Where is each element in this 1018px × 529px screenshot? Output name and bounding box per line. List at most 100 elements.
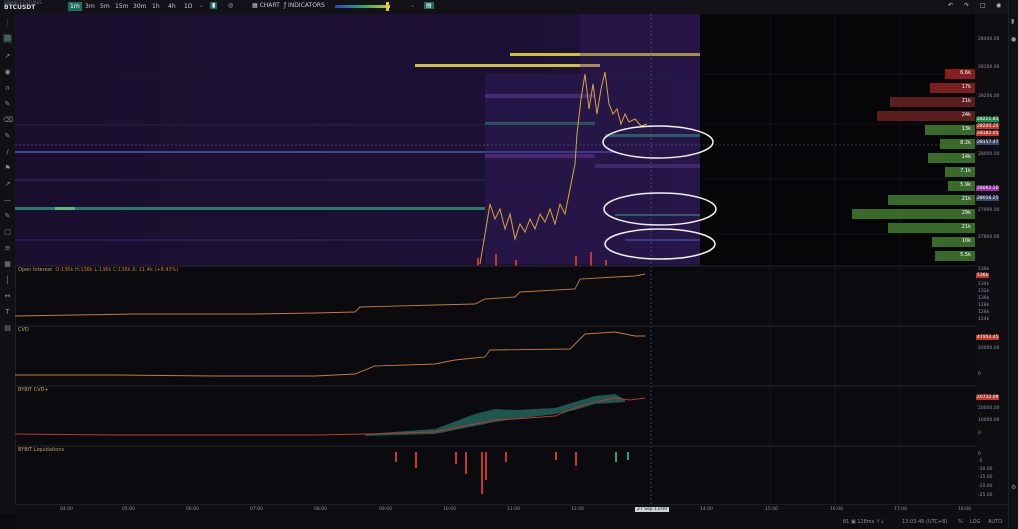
tf-1m-button[interactable]: 1m <box>68 2 82 11</box>
time-tick: 09:00 <box>379 507 392 512</box>
time-tick: 14:00 <box>700 507 713 512</box>
panel-icon[interactable]: ▮ <box>1011 18 1014 25</box>
time-tick: 16:00 <box>830 507 843 512</box>
liq-axis-tick: 0 <box>978 452 981 457</box>
oi-pane-label: Open Interest O:136k H:136k L:136k C:136… <box>18 267 178 273</box>
rectangle-icon[interactable]: □ <box>3 228 12 237</box>
chart-label: CHART <box>259 2 280 9</box>
trendline-icon[interactable]: ∕ <box>3 148 12 157</box>
vp-label: 21k <box>961 196 971 202</box>
oi-stats: O:136k H:136k L:136k C:136k Δ: 11.4k (+8… <box>55 267 179 273</box>
liq-axis-tick: -20.00 <box>978 484 993 489</box>
opacity-slider-track[interactable] <box>335 5 390 8</box>
time-tick: 17:00 <box>894 507 907 512</box>
dots-icon[interactable]: ⋮ <box>3 18 12 27</box>
vp-label: 6.6k <box>960 70 971 76</box>
price-tick: 28300.00 <box>978 65 1000 70</box>
camera-icon[interactable]: ◉ <box>996 2 1001 9</box>
percent-toggle[interactable]: % <box>958 519 963 525</box>
tf-5m-button[interactable]: 5m <box>98 2 112 11</box>
vp-label: 13k <box>961 126 971 132</box>
brush-icon[interactable]: ✎ <box>3 100 12 109</box>
undo-icon[interactable]: ↶ <box>948 2 953 9</box>
globe-icon[interactable]: ◎ <box>228 2 233 9</box>
pencil-icon[interactable]: ✎ <box>3 212 12 221</box>
heatmap-toggle-icon[interactable]: ▤ <box>424 2 434 9</box>
oi-axis-tick: 134k <box>978 282 990 287</box>
opacity-slider-handle[interactable] <box>386 2 389 11</box>
time-tick: 11:00 <box>507 507 520 512</box>
ruler-icon[interactable]: ✎ <box>3 132 12 141</box>
cvd-value-tag: 47952.45 <box>976 335 1000 340</box>
auto-toggle[interactable]: AUTO <box>988 519 1002 525</box>
magnet-icon[interactable]: ∩ <box>3 84 12 93</box>
tf-1d-button[interactable]: 1D <box>182 2 194 11</box>
price-tick: 28200.00 <box>978 94 1000 99</box>
bybit-cvd-value-tag: 20732.09 <box>976 395 1000 400</box>
function-icon: ƒ <box>284 2 287 9</box>
settings-icon[interactable]: ⚙ <box>1011 484 1016 491</box>
chevron-down-icon[interactable]: ⌄ <box>199 2 204 9</box>
chart-button[interactable]: ▦ CHART <box>252 2 280 9</box>
horizontal-line-icon[interactable]: — <box>3 196 12 205</box>
price-tick: 27900.00 <box>978 208 1000 213</box>
indicators-label: INDICATORS <box>288 2 325 9</box>
time-tick: 05:00 <box>122 507 135 512</box>
bars-icon[interactable]: ▤ <box>3 324 12 333</box>
flag-icon[interactable]: ⚑ <box>3 164 12 173</box>
vp-label: 21k <box>961 224 971 230</box>
tf-4h-button[interactable]: 4h <box>166 2 178 11</box>
oi-axis-tick: 128k <box>978 303 990 308</box>
tf-15m-button[interactable]: 15m <box>113 2 130 11</box>
eye-icon[interactable]: ◉ <box>3 68 12 77</box>
tf-30m-button[interactable]: 30m <box>131 2 148 11</box>
candles-icon[interactable]: ▮ <box>210 2 218 9</box>
trash-icon[interactable]: ⌫ <box>3 116 13 125</box>
vp-label: 24k <box>961 112 971 118</box>
tf-3m-button[interactable]: 3m <box>83 2 97 11</box>
text-icon[interactable]: T <box>3 308 12 317</box>
bybit-cvd-fill <box>365 394 625 436</box>
price-tag: 28157.47 <box>976 140 1000 145</box>
trade-panel-icon[interactable]: ▤ <box>3 34 12 43</box>
indicators-button[interactable]: ƒ INDICATORS <box>284 2 325 9</box>
connection-status: 81 ▣ 128ms ↑↓ <box>843 519 885 525</box>
symbol-block[interactable]: BINANCE FUTURES BTCUSDT <box>4 0 42 11</box>
log-toggle[interactable]: LOG <box>970 519 980 525</box>
clock-label: 13:03:45 (UTC+8) <box>902 519 948 525</box>
measure-icon[interactable]: ↔ <box>3 292 12 301</box>
oi-axis-tick: 132k <box>978 289 990 294</box>
vertical-line-icon[interactable]: │ <box>3 276 12 285</box>
vp-label: 5.9k <box>960 182 971 188</box>
alert-icon[interactable]: ● <box>1011 36 1016 43</box>
cursor-icon[interactable]: ➚ <box>3 52 12 61</box>
chart-canvas[interactable] <box>15 14 975 504</box>
oi-title: Open Interest <box>18 267 53 273</box>
tf-1h-button[interactable]: 1h <box>150 2 162 11</box>
open-interest-series <box>15 273 646 317</box>
crosshair-time-label: 27 Sep 13:09 <box>635 507 670 512</box>
time-tick: 10:00 <box>443 507 456 512</box>
arrow-icon[interactable]: ↗ <box>3 180 12 189</box>
fullscreen-icon[interactable]: □ <box>980 2 986 9</box>
price-tick: 28400.00 <box>978 37 1000 42</box>
bybit-cvd-axis-tick: 20000.00 <box>978 406 1000 411</box>
chevron-down-icon[interactable]: ⌄ <box>410 2 415 9</box>
liquidation-bars <box>395 452 629 494</box>
price-tick: 28000.00 <box>978 152 1000 157</box>
vp-label: 5.5k <box>960 252 971 258</box>
price-tag: 28062.20 <box>976 186 1000 191</box>
ticker-label: BTCUSDT <box>4 4 36 11</box>
vp-label: 8.2k <box>960 140 971 146</box>
grid-icon[interactable]: ▦ <box>3 260 12 269</box>
liq-axis-tick: -25.00 <box>978 493 993 498</box>
bybit-cvd-axis-tick: 10000.00 <box>978 418 1000 423</box>
oi-value-tag: 136k <box>976 273 990 278</box>
cvd-axis-tick: 20000.00 <box>978 346 1000 351</box>
redo-icon[interactable]: ↷ <box>964 2 969 9</box>
liquidations-pane-label: BYBIT Liquidations <box>18 447 65 453</box>
top-toolbar: BINANCE FUTURES BTCUSDT 1m 3m 5m 15m 30m… <box>0 0 1018 15</box>
cvd-series <box>15 331 645 377</box>
vp-label: 7.1k <box>960 168 971 174</box>
fib-icon[interactable]: ≡ <box>3 244 12 253</box>
